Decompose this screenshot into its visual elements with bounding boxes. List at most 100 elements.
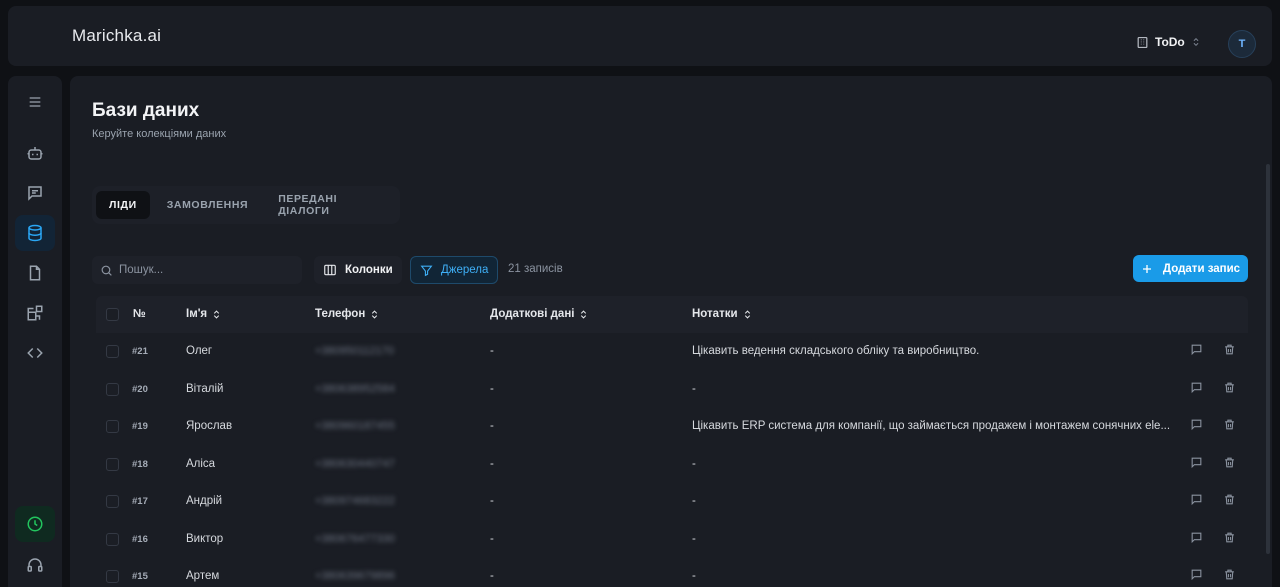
row-notes: - — [692, 457, 696, 470]
header-phone[interactable]: Телефон — [315, 308, 379, 320]
table-row[interactable]: #20 Віталій +380638952584 - - — [96, 371, 1248, 409]
tab-bar: ЛІДИ ЗАМОВЛЕННЯ ПЕРЕДАНІ ДІАЛОГИ — [92, 186, 400, 224]
integrations-icon[interactable] — [15, 295, 55, 331]
search-input[interactable] — [119, 264, 289, 276]
row-phone: +380960187455 — [315, 420, 395, 432]
trash-icon[interactable] — [1223, 531, 1236, 547]
columns-label: Колонки — [345, 264, 393, 276]
table-row[interactable]: #16 Виктор +380676477330 - - — [96, 521, 1248, 559]
add-record-label: Додати запис — [1162, 262, 1241, 275]
trash-icon[interactable] — [1223, 343, 1236, 359]
sources-filter-button[interactable]: Джерела — [410, 256, 499, 284]
tab-leads[interactable]: ЛІДИ — [96, 191, 150, 219]
history-icon[interactable] — [15, 506, 55, 542]
row-extra: - — [490, 532, 494, 545]
row-checkbox[interactable] — [106, 495, 119, 508]
comment-icon[interactable] — [1190, 531, 1203, 547]
sort-icon — [214, 309, 220, 319]
row-checkbox[interactable] — [106, 570, 119, 583]
row-checkbox[interactable] — [106, 532, 119, 546]
scrollbar[interactable] — [1266, 164, 1270, 554]
trash-icon[interactable] — [1223, 456, 1236, 472]
chat-icon[interactable] — [15, 175, 55, 211]
file-icon[interactable] — [15, 255, 55, 291]
row-extra: - — [490, 570, 494, 582]
page-subtitle: Керуйте колекціями даних — [92, 128, 227, 140]
plus-icon — [1142, 264, 1151, 273]
search-box[interactable] — [92, 256, 302, 284]
row-phone: +380676477330 — [315, 532, 395, 545]
row-extra: - — [490, 457, 494, 470]
row-phone: +380639679896 — [315, 570, 395, 582]
row-extra: - — [490, 495, 494, 507]
comment-icon[interactable] — [1190, 381, 1203, 397]
row-name: Олег — [186, 345, 213, 357]
row-notes: - — [692, 570, 696, 582]
row-number: #19 — [132, 421, 148, 432]
header-name[interactable]: Ім'я — [186, 308, 221, 320]
menu-icon[interactable] — [15, 84, 55, 120]
trash-icon[interactable] — [1223, 381, 1236, 397]
header-number: № — [133, 308, 146, 320]
row-extra: - — [490, 420, 494, 432]
row-number: #15 — [132, 571, 148, 582]
row-number: #16 — [132, 533, 148, 545]
support-icon[interactable] — [15, 547, 55, 583]
row-number: #21 — [132, 346, 148, 357]
sort-icon — [581, 309, 587, 319]
trash-icon[interactable] — [1223, 568, 1236, 584]
row-name: Аліса — [186, 457, 216, 470]
user-avatar[interactable]: T — [1228, 30, 1256, 58]
database-icon[interactable] — [15, 215, 55, 251]
row-phone: +380638952584 — [315, 382, 395, 395]
workspace-switcher[interactable]: ToDo — [1136, 35, 1201, 49]
row-checkbox[interactable] — [106, 345, 119, 358]
trash-icon[interactable] — [1223, 418, 1236, 434]
trash-icon[interactable] — [1223, 493, 1236, 509]
row-checkbox[interactable] — [106, 382, 119, 396]
comment-icon[interactable] — [1190, 456, 1203, 472]
row-checkbox[interactable] — [106, 457, 119, 471]
main-panel: Бази даних Керуйте колекціями даних ЛІДИ… — [70, 76, 1272, 587]
chevron-updown-icon — [1193, 37, 1199, 47]
sort-icon — [744, 309, 750, 319]
search-icon — [101, 265, 112, 276]
row-notes: - — [692, 382, 696, 395]
sidebar — [8, 76, 62, 587]
header-extra[interactable]: Додаткові дані — [490, 308, 588, 320]
comment-icon[interactable] — [1190, 343, 1203, 359]
code-icon[interactable] — [15, 335, 55, 371]
columns-button[interactable]: Колонки — [314, 256, 402, 284]
row-number: #17 — [132, 496, 148, 507]
table-row[interactable]: #18 Аліса +380630440747 - - — [96, 446, 1248, 484]
table-row[interactable]: #19 Ярослав +380960187455 - Цікавить ERP сис… — [96, 408, 1248, 446]
records-count: 21 записів — [508, 263, 563, 275]
row-notes: Цікавить ведення складського обліку та в… — [692, 345, 980, 357]
tab-orders[interactable]: ЗАМОВЛЕННЯ — [154, 191, 261, 219]
row-name: Ярослав — [186, 420, 233, 432]
table-body: #21 Олег +380950112170 - Цікавить ведення ск… — [96, 333, 1248, 587]
table-row[interactable]: #21 Олег +380950112170 - Цікавить ведення ск… — [96, 333, 1248, 371]
comment-icon[interactable] — [1190, 418, 1203, 434]
row-number: #18 — [132, 458, 148, 470]
header-notes[interactable]: Нотатки — [692, 308, 752, 320]
page-title: Бази даних — [92, 100, 200, 121]
table-header: № Ім'я Телефон Додаткові дані Нотатки — [96, 296, 1248, 333]
bot-icon[interactable] — [15, 135, 55, 171]
sort-icon — [372, 309, 378, 319]
table-row[interactable]: #15 Артем +380639679896 - - — [96, 558, 1248, 587]
comment-icon[interactable] — [1190, 493, 1203, 509]
select-all-checkbox[interactable] — [106, 308, 119, 321]
sources-label: Джерела — [441, 264, 489, 276]
row-checkbox[interactable] — [106, 420, 119, 433]
add-record-button[interactable]: Додати запис — [1133, 255, 1248, 282]
row-notes: - — [692, 495, 696, 507]
tab-transferred-dialogs[interactable]: ПЕРЕДАНІ ДІАЛОГИ — [265, 191, 396, 219]
table-row[interactable]: #17 Андрій +380974683222 - - — [96, 483, 1248, 521]
row-number: #20 — [132, 383, 148, 395]
brand-logo[interactable]: Marichka.ai — [72, 26, 161, 46]
comment-icon[interactable] — [1190, 568, 1203, 584]
row-name: Виктор — [186, 532, 224, 545]
row-phone: +380630440747 — [315, 457, 395, 470]
row-notes: - — [692, 532, 696, 545]
